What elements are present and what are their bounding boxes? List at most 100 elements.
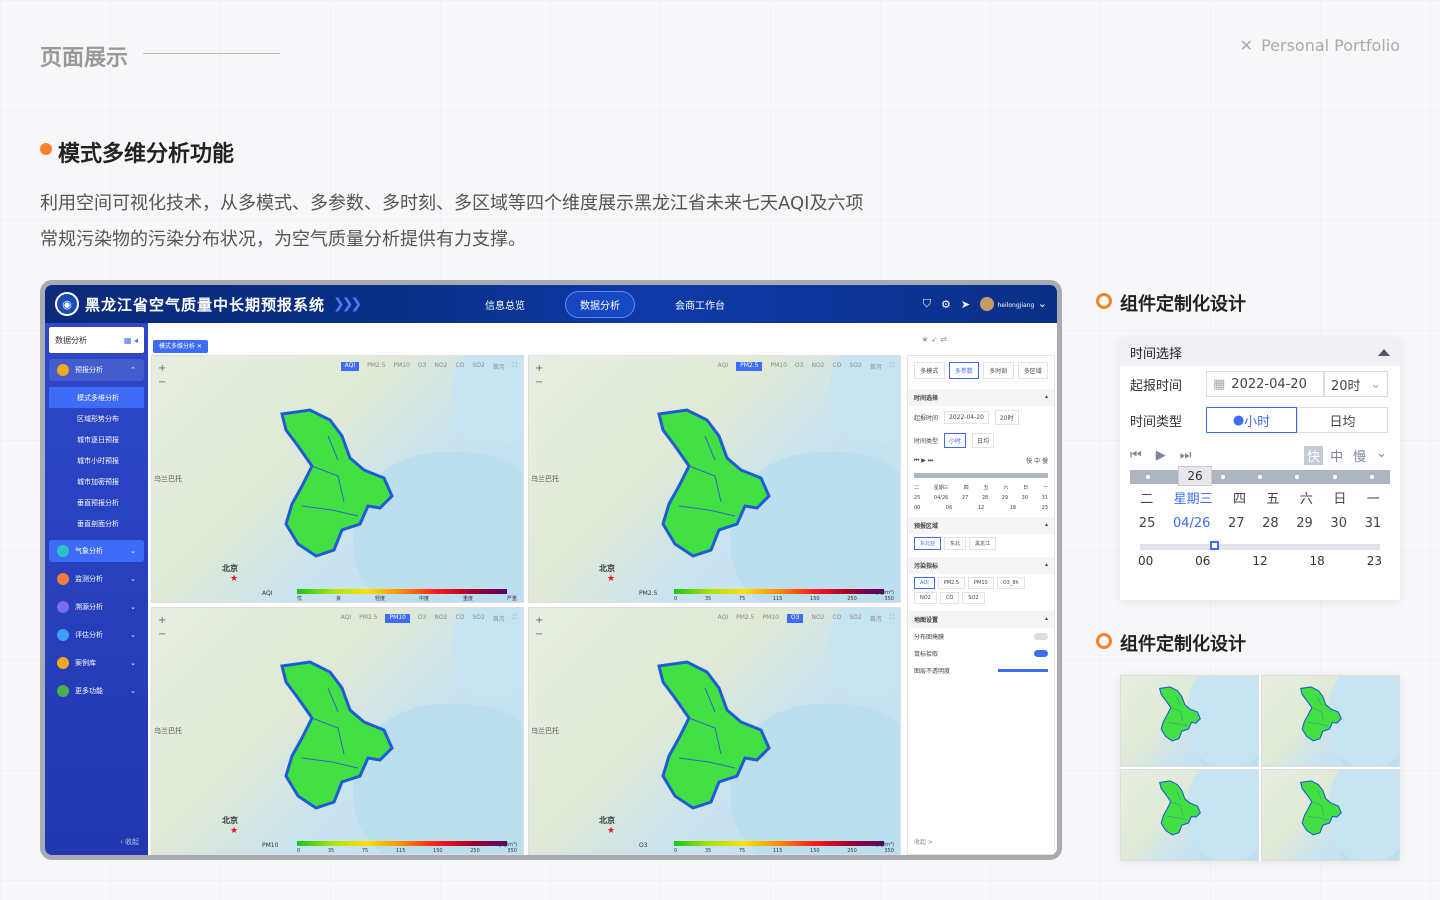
swap-icon[interactable]: ⇄ — [940, 335, 947, 344]
send-icon[interactable]: ➤ — [961, 298, 970, 311]
param-tab[interactable]: PM10 — [770, 362, 786, 371]
speed-control[interactable]: 快 中 慢 — [1026, 456, 1048, 465]
issue-hour-select[interactable]: 20时 ⌄ — [1324, 371, 1388, 397]
zoom-in-icon[interactable]: + — [158, 614, 166, 628]
star-icon[interactable]: ★ — [921, 335, 928, 344]
zoom-controls[interactable]: + − — [535, 362, 543, 390]
cell[interactable]: 30 — [1330, 516, 1347, 531]
cell[interactable]: 18 — [1010, 505, 1016, 511]
cell[interactable]: CO — [939, 592, 960, 604]
pollutant-map[interactable]: + − AQI PM2.5 PM10 O3 NO2 CO SO2 首污 ⛶ 乌兰巴托 北京 ★ PM2.5 0… — [528, 355, 901, 603]
sidebar-item-vertical-profile[interactable]: 垂直剖面分析 — [49, 513, 144, 534]
opacity-slider[interactable] — [998, 669, 1048, 672]
time-type-hour-button[interactable]: ● 小时 — [1206, 407, 1297, 433]
zoom-in-icon[interactable]: + — [535, 614, 543, 628]
sidebar-group-weather[interactable]: 气象分析 ⌄ — [49, 540, 144, 562]
cell[interactable]: 27 — [962, 495, 968, 501]
cell[interactable]: 东北亚 — [914, 537, 942, 550]
param-tab[interactable]: AQI — [341, 614, 352, 623]
cell[interactable]: 25 — [1139, 516, 1156, 531]
cell[interactable]: 六 — [1003, 484, 1008, 491]
hour-slider-handle[interactable] — [1210, 541, 1219, 550]
cell[interactable]: O3_8h — [996, 577, 1025, 589]
param-tab[interactable]: CO — [456, 362, 465, 371]
zoom-controls[interactable]: + − — [535, 614, 543, 642]
param-tab[interactable]: PM2.5 — [736, 362, 763, 371]
speed-slow[interactable]: 慢 — [1350, 446, 1369, 465]
double-chevron-icon[interactable]: ⌄ — [1373, 446, 1390, 465]
cell[interactable]: 五 — [983, 484, 988, 491]
pollutant-map[interactable] — [1120, 675, 1259, 767]
param-tab[interactable]: SO2 — [849, 362, 861, 371]
sidebar-item-vertical-forecast[interactable]: 垂直预报分析 — [49, 492, 144, 513]
zoom-in-icon[interactable]: + — [535, 362, 543, 376]
share-icon[interactable]: ➶ — [931, 335, 938, 344]
param-tab[interactable]: NO2 — [811, 614, 824, 623]
cell[interactable]: 四 — [1233, 488, 1246, 507]
param-tab[interactable]: PM10 — [762, 614, 778, 623]
param-tab[interactable]: SO2 — [849, 614, 861, 623]
skip-forward-icon[interactable]: ⏭ — [1180, 448, 1192, 463]
param-tab[interactable]: PM2.5 — [359, 614, 377, 623]
cell[interactable]: 二 — [1140, 488, 1153, 507]
sidebar-group-monitor[interactable]: 监测分析 ⌄ — [49, 568, 144, 590]
speed-mid[interactable]: 中 — [1327, 446, 1346, 465]
fullscreen-icon[interactable]: ⛶ — [890, 362, 894, 371]
tab-multi-region[interactable]: 多区域 — [1017, 362, 1048, 379]
cell[interactable]: 星期三 — [934, 484, 949, 491]
param-tab[interactable]: NO2 — [434, 362, 447, 371]
cell[interactable]: SO2 — [962, 592, 985, 604]
cell[interactable]: 29 — [1002, 495, 1008, 501]
param-tab[interactable]: AQI — [718, 362, 729, 371]
sidebar-item-city-hourly[interactable]: 城市小时预报 — [49, 450, 144, 471]
time-type-day-button[interactable]: 日均 — [1297, 407, 1388, 433]
param-tab[interactable]: O3 — [786, 614, 804, 623]
param-tab[interactable]: SO2 — [472, 614, 484, 623]
cell[interactable]: AQI — [914, 577, 935, 589]
cell[interactable]: 23 — [1042, 505, 1048, 511]
cell[interactable]: 27 — [1228, 516, 1245, 531]
param-tab[interactable]: CO — [833, 614, 842, 623]
param-tab[interactable]: AQI — [718, 614, 729, 623]
param-tab[interactable]: SO2 — [472, 362, 484, 371]
cell[interactable]: PM10 — [968, 577, 994, 589]
cell[interactable]: 23 — [1367, 554, 1382, 568]
cell[interactable]: 二 — [914, 484, 919, 491]
cell[interactable]: 04/26 — [1173, 516, 1210, 531]
zoom-controls[interactable]: + − — [158, 362, 166, 390]
timeline-track[interactable]: 26 — [1130, 466, 1390, 486]
sidebar-group-more[interactable]: 更多功能 ⌄ — [49, 680, 144, 702]
cell[interactable]: 18 — [1310, 554, 1325, 568]
param-tab[interactable]: PM10 — [393, 362, 409, 371]
cell[interactable]: 25 — [914, 495, 920, 501]
cell[interactable]: NO2 — [914, 592, 937, 604]
panel-collapse[interactable]: 收起 > — [914, 837, 933, 846]
fullscreen-icon[interactable]: ⛶ — [513, 362, 517, 371]
cell[interactable]: 31 — [1365, 516, 1382, 531]
sidebar-item-region[interactable]: 区域形势分布 — [49, 408, 144, 429]
sidebar-group-forecast[interactable]: 预报分析 ⌃ — [49, 359, 144, 381]
play-icon[interactable]: ▶ — [1156, 448, 1166, 463]
cell[interactable]: PM2.5 — [937, 577, 966, 589]
zoom-controls[interactable]: + − — [158, 614, 166, 642]
nav-workbench[interactable]: 会商工作台 — [675, 297, 725, 312]
nav-data-analysis[interactable]: 数据分析 — [565, 290, 635, 318]
time-type-hour[interactable]: 小时 — [944, 433, 967, 448]
zoom-out-icon[interactable]: − — [158, 376, 166, 390]
cell[interactable]: 四 — [964, 484, 969, 491]
cell[interactable]: 日 — [1023, 484, 1028, 491]
map-section-header[interactable]: 地图设置 ▴ — [908, 611, 1054, 628]
active-tab-tag[interactable]: 模式多维分析 ✕ — [153, 340, 208, 353]
cell[interactable]: 日 — [1333, 488, 1346, 507]
hour-slider[interactable] — [1140, 541, 1380, 550]
param-tab[interactable]: NO2 — [811, 362, 824, 371]
tab-multi-time[interactable]: 多时刻 — [983, 362, 1014, 379]
param-tab[interactable]: AQI — [340, 362, 360, 371]
zoom-out-icon[interactable]: − — [158, 628, 166, 642]
time-section-header[interactable]: 时间选择 ▴ — [908, 389, 1054, 406]
time-type-day[interactable]: 日均 — [972, 433, 995, 448]
grid-icon[interactable]: ▦ ◂ — [124, 336, 138, 345]
cell[interactable]: 29 — [1296, 516, 1313, 531]
pollutant-map[interactable]: + − AQI PM2.5 PM10 O3 NO2 CO SO2 首污 ⛶ 乌兰巴托 北京 ★ AQI 优 良 轻… — [151, 355, 524, 603]
cell[interactable]: 东北 — [944, 537, 967, 550]
